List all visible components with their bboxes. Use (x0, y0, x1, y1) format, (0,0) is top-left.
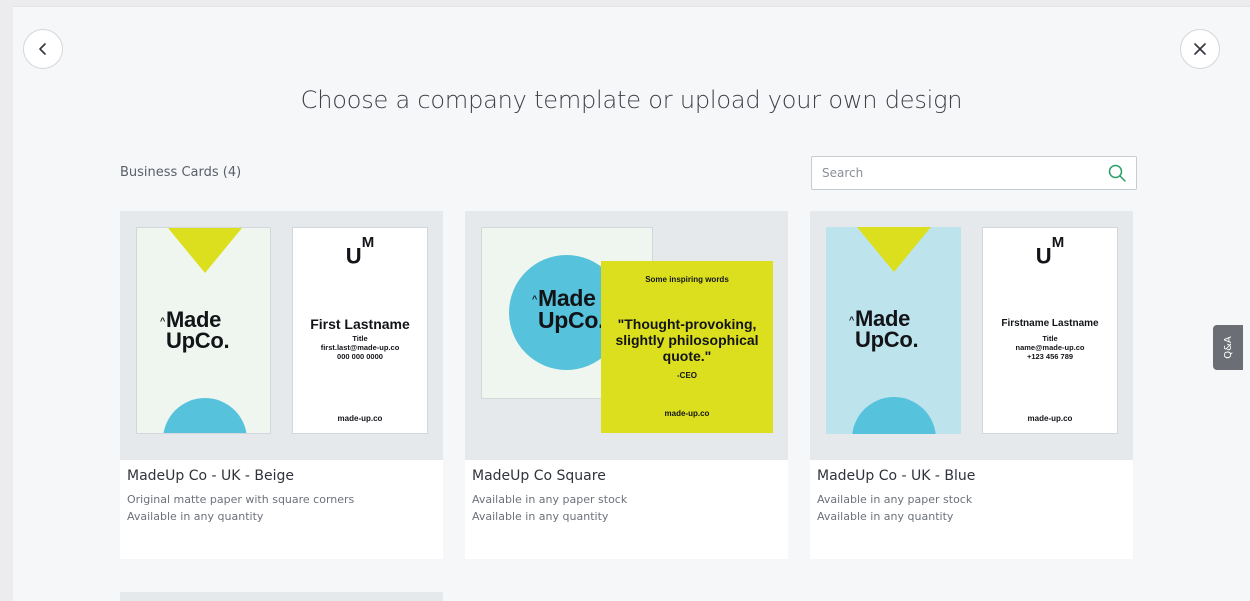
brand-logo: ^ Made UpCo. (849, 306, 919, 352)
close-button[interactable] (1180, 29, 1220, 69)
close-icon (1194, 43, 1206, 55)
card-person-name: First Lastname (310, 316, 410, 332)
page-title: Choose a company template or upload your… (300, 86, 963, 114)
um-monogram: UM (1035, 234, 1065, 269)
yellow-triangle-shape (168, 228, 242, 273)
card-url: made-up.co (337, 414, 383, 423)
template-description: Available in any paper stock (472, 493, 628, 506)
blue-circle-shape (163, 398, 247, 433)
section-label: Business Cards (4) (120, 165, 242, 180)
card-phone: +123 456 789 (1026, 352, 1074, 361)
template-card-blue[interactable]: ^ Made UpCo. UM Firstname Lastname Title… (810, 211, 1133, 559)
search-icon[interactable] (1107, 163, 1127, 183)
template-name: MadeUp Co - UK - Beige (127, 468, 295, 484)
brand-logo: ^ Made UpCo. (532, 285, 605, 333)
card-url: made-up.co (664, 409, 710, 418)
card-email: name@made-up.co (1015, 343, 1085, 352)
template-name: MadeUp Co Square (472, 468, 606, 484)
blue-circle-shape (852, 397, 936, 434)
yellow-triangle-shape (857, 227, 931, 272)
card-preview: ^ Made UpCo. UM Firstname Lastname Title… (810, 211, 1133, 460)
business-card-front: ^ Made UpCo. (136, 227, 271, 434)
business-card-front: ^ Made UpCo. (826, 227, 961, 434)
card-preview: ^ Made UpCo. UM First Lastname Title fir… (120, 211, 443, 460)
business-card-back: UM First Lastname Title first.last@made-… (292, 227, 428, 434)
template-description: Available in any paper stock (817, 493, 973, 506)
card-attribution: -CEO (677, 371, 697, 380)
template-quantity: Available in any quantity (127, 510, 264, 523)
card-person-name: Firstname Lastname (1001, 318, 1099, 329)
template-quantity: Available in any quantity (817, 510, 954, 523)
card-title: Title (352, 334, 368, 343)
template-name: MadeUp Co - UK - Blue (817, 468, 976, 484)
template-description: Original matte paper with square corners (127, 493, 355, 506)
card-url: made-up.co (1027, 414, 1073, 423)
template-card-partial[interactable] (120, 592, 443, 601)
template-quantity: Available in any quantity (472, 510, 609, 523)
template-card-beige[interactable]: ^ Made UpCo. UM First Lastname Title fir… (120, 211, 443, 559)
qa-tab[interactable]: Q&A (1213, 325, 1243, 370)
business-card-back: UM Firstname Lastname Title name@made-up… (982, 227, 1118, 434)
card-email: first.last@made-up.co (320, 343, 400, 352)
brand-logo: ^ Made UpCo. (160, 307, 230, 353)
template-chooser-panel: Choose a company template or upload your… (13, 6, 1250, 601)
card-phone: 000 000 0000 (337, 352, 383, 361)
card-quote: "Thought-provoking, slightly philosophic… (615, 316, 759, 364)
template-card-square[interactable]: ^ Made UpCo. Some inspiring words "Thoug… (465, 211, 788, 559)
search-input[interactable] (822, 157, 1102, 189)
card-preview: ^ Made UpCo. Some inspiring words "Thoug… (465, 211, 788, 460)
um-monogram: UM (345, 234, 375, 269)
card-tagline: Some inspiring words (645, 275, 729, 284)
qa-tab-label: Q&A (1222, 336, 1234, 359)
back-button[interactable] (23, 29, 63, 69)
search-box (811, 156, 1137, 190)
square-card-front: Some inspiring words "Thought-provoking,… (601, 261, 773, 433)
card-title: Title (1042, 334, 1058, 343)
chevron-left-icon (39, 43, 46, 55)
